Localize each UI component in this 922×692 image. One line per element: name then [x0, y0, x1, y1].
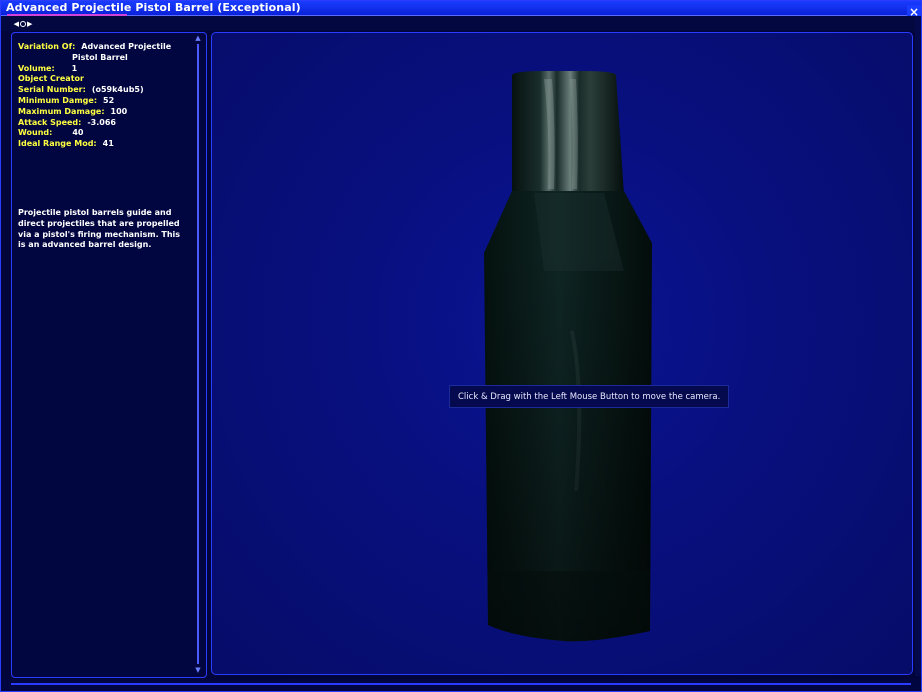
item-description: Projectile pistol barrels guide and dire…: [18, 208, 181, 250]
attr-value: 1: [71, 63, 78, 73]
camera-hint-tooltip: Click & Drag with the Left Mouse Button …: [449, 385, 730, 408]
attr-value: 40: [72, 128, 84, 138]
info-scrollbar[interactable]: ▲ ▼: [194, 34, 202, 674]
attr-label: Attack Speed:: [18, 117, 82, 127]
attr-label: Variation Of:: [18, 42, 76, 51]
window-bottom-divider: [11, 683, 911, 685]
attr-value: 41: [102, 139, 114, 149]
attr-wound: Wound: 40: [18, 128, 194, 139]
expand-collapse-icon[interactable]: ◀ ▶: [11, 19, 35, 29]
attr-max-damage: Maximum Damage: 100: [18, 107, 194, 118]
window-right-frame: [915, 16, 921, 676]
scroll-down-arrow-icon[interactable]: ▼: [194, 666, 202, 674]
model-viewport[interactable]: Click & Drag with the Left Mouse Button …: [211, 32, 913, 675]
item-preview-window: Advanced Projectile Pistol Barrel (Excep…: [0, 0, 922, 692]
attr-serial-number: Serial Number: (o59k4ub5): [18, 85, 194, 96]
attr-value: 52: [103, 95, 115, 105]
scroll-up-arrow-icon[interactable]: ▲: [194, 34, 202, 42]
attr-min-damage: Minimum Damge: 52: [18, 96, 194, 107]
attr-value: 100: [110, 106, 128, 116]
toolbar: [1, 16, 921, 31]
attr-ideal-range-mod: Ideal Range Mod: 41: [18, 139, 194, 150]
attr-label: Maximum Damage:: [18, 106, 105, 116]
attr-attack-speed: Attack Speed: -3.066: [18, 118, 194, 129]
attr-variation-of-cont: Pistol Barrel: [72, 52, 128, 62]
attr-volume: Volume: 1: [18, 64, 194, 75]
attr-value: Advanced Projectile: [81, 42, 172, 51]
attr-label: Volume:: [18, 63, 55, 73]
attr-variation-of: Variation Of: Advanced Projectile: [18, 42, 194, 53]
attr-label: Ideal Range Mod:: [18, 139, 97, 149]
title-bar[interactable]: Advanced Projectile Pistol Barrel (Excep…: [1, 1, 921, 16]
attr-label: Minimum Damge:: [18, 95, 98, 105]
barrel-model-image: [484, 71, 652, 642]
attr-label: Object Creator: [18, 74, 84, 84]
attr-object-creator: Object Creator: [18, 74, 194, 85]
scroll-track[interactable]: [197, 44, 199, 664]
item-attributes: Variation Of: Advanced Projectile Pistol …: [18, 42, 194, 150]
attr-label: Serial Number:: [18, 85, 86, 95]
attr-label: Wound:: [18, 128, 53, 138]
attr-value: -3.066: [87, 117, 116, 127]
window-title: Advanced Projectile Pistol Barrel (Excep…: [6, 1, 301, 14]
item-info-panel: Variation Of: Advanced Projectile Pistol …: [11, 32, 207, 678]
attr-value: (o59k4ub5): [91, 85, 144, 95]
window-bottom-frame: [1, 679, 921, 691]
